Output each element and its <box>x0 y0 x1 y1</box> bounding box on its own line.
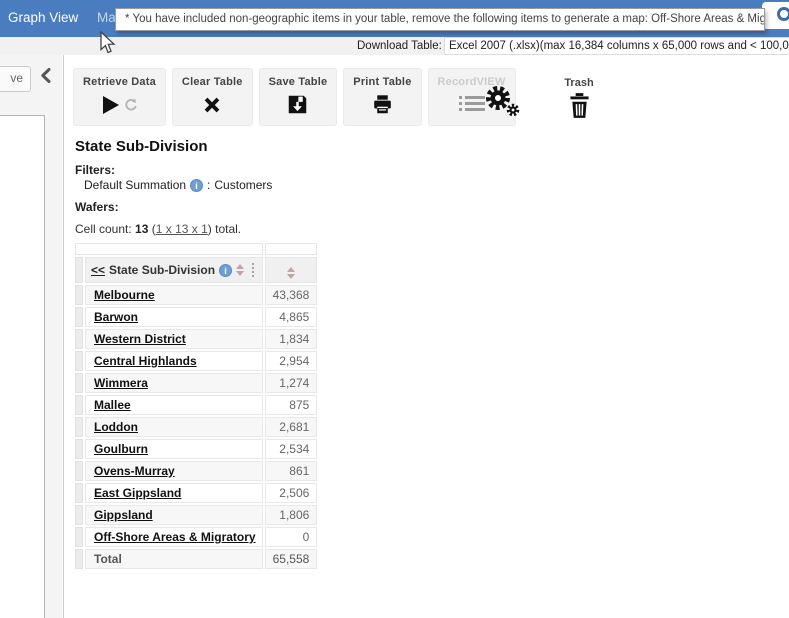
total-label: Total <box>94 552 122 566</box>
mouse-cursor <box>100 31 117 60</box>
trash-control: Trash <box>556 77 602 124</box>
map-warning-tooltip: * You have included non-geographic items… <box>115 8 765 31</box>
row-value: 2,506 <box>265 483 318 503</box>
sidebar-panel <box>0 115 45 618</box>
play-icon <box>101 94 121 116</box>
trash-icon[interactable] <box>569 93 590 124</box>
search-icon <box>777 7 789 21</box>
cell-count-value: 13 <box>135 222 148 236</box>
sort-icon[interactable] <box>287 267 295 279</box>
row-value: 875 <box>265 395 318 415</box>
table-row: Goulburn 2,534 <box>75 439 317 459</box>
row-link[interactable]: Western District <box>94 332 186 346</box>
download-table-label: Download Table: <box>357 40 442 52</box>
printer-icon <box>372 94 393 115</box>
table-row: Loddon 2,681 <box>75 417 317 437</box>
info-icon[interactable]: i <box>190 179 203 192</box>
table-row: East Gippsland 2,506 <box>75 483 317 503</box>
column-header-title: State Sub-Division <box>109 263 215 277</box>
row-value: 0 <box>265 527 318 547</box>
row-value: 1,806 <box>265 505 318 525</box>
table-toolbar: Retrieve Data Clear Table <box>73 68 522 126</box>
clear-x-icon <box>201 94 223 116</box>
main-content: Retrieve Data Clear Table <box>63 55 789 618</box>
tab-graph-view[interactable]: Graph View <box>8 10 78 25</box>
row-gutter <box>75 257 83 283</box>
total-value: 65,558 <box>265 549 318 569</box>
row-link[interactable]: Goulburn <box>94 442 148 456</box>
left-sidebar: ve <box>0 55 62 618</box>
row-link[interactable]: Barwon <box>94 310 138 324</box>
search-input[interactable] <box>762 2 789 29</box>
filter-value: Customers <box>214 178 272 192</box>
sort-icon[interactable] <box>236 264 244 276</box>
cell-count-suffix: total. <box>215 222 241 236</box>
row-link[interactable]: Loddon <box>94 420 138 434</box>
app-window: Graph View Map View * You have included … <box>0 0 789 618</box>
total-row: Total 65,558 <box>75 549 317 569</box>
cell-count-prefix: Cell count: <box>75 222 132 236</box>
row-link[interactable]: Off-Shore Areas & Migratory <box>94 530 256 544</box>
filter-line: Default Summation i : Customers <box>84 178 272 192</box>
row-value: 1,834 <box>265 329 318 349</box>
spacer-row <box>75 243 317 255</box>
filters-label: Filters: <box>75 163 115 177</box>
table-row: Western District 1,834 <box>75 329 317 349</box>
settings-gears-icon[interactable] <box>482 83 522 124</box>
wafers-label: Wafers: <box>75 200 119 214</box>
row-link[interactable]: Mallee <box>94 398 131 412</box>
table-row: Melbourne 43,368 <box>75 285 317 305</box>
column-collapse-link[interactable]: << <box>91 263 105 277</box>
trash-label: Trash <box>556 77 602 89</box>
save-table-button[interactable]: Save Table <box>259 68 338 126</box>
cell-count-link[interactable]: 1 x 13 x 1 <box>156 222 208 236</box>
row-link[interactable]: Wimmera <box>94 376 148 390</box>
table-row: Barwon 4,865 <box>75 307 317 327</box>
refresh-icon <box>124 98 138 112</box>
column-menu-icon[interactable] <box>252 263 254 277</box>
header-row: << State Sub-Division i <box>75 257 317 283</box>
sidebar-save-button[interactable]: ve <box>0 66 31 92</box>
save-floppy-icon <box>287 94 308 115</box>
row-value: 43,368 <box>265 285 318 305</box>
filter-colon: : <box>207 178 210 192</box>
table-row: Mallee 875 <box>75 395 317 415</box>
row-link[interactable]: Gippsland <box>94 508 153 522</box>
row-link[interactable]: East Gippsland <box>94 486 181 500</box>
row-value: 861 <box>265 461 318 481</box>
retrieve-data-button[interactable]: Retrieve Data <box>73 68 166 126</box>
row-value: 1,274 <box>265 373 318 393</box>
table-row: Ovens-Murray 861 <box>75 461 317 481</box>
row-value: 4,865 <box>265 307 318 327</box>
download-format-select[interactable]: Excel 2007 (.xlsx)(max 16,384 columns x … <box>444 37 789 55</box>
table-row: Central Highlands 2,954 <box>75 351 317 371</box>
row-value: 2,954 <box>265 351 318 371</box>
table-row: Gippsland 1,806 <box>75 505 317 525</box>
table-row: Wimmera 1,274 <box>75 373 317 393</box>
print-table-button[interactable]: Print Table <box>343 68 421 126</box>
filter-name: Default Summation <box>84 178 186 192</box>
data-table: << State Sub-Division i Melbourne 43,368 <box>73 241 319 571</box>
row-link[interactable]: Melbourne <box>94 288 155 302</box>
chevron-left-icon <box>40 68 51 83</box>
value-column-header <box>265 257 318 283</box>
page-title: State Sub-Division <box>75 138 208 155</box>
row-link[interactable]: Central Highlands <box>94 354 197 368</box>
download-bar: Download Table: Excel 2007 (.xlsx)(max 1… <box>0 37 789 55</box>
clear-table-button[interactable]: Clear Table <box>172 68 253 126</box>
sidebar-collapse-button[interactable] <box>40 68 51 88</box>
cell-count-line: Cell count: 13 (1 x 13 x 1) total. <box>75 222 241 236</box>
row-link[interactable]: Ovens-Murray <box>94 464 175 478</box>
info-icon[interactable]: i <box>219 264 232 277</box>
row-value: 2,534 <box>265 439 318 459</box>
row-value: 2,681 <box>265 417 318 437</box>
table-row: Off-Shore Areas & Migratory 0 <box>75 527 317 547</box>
